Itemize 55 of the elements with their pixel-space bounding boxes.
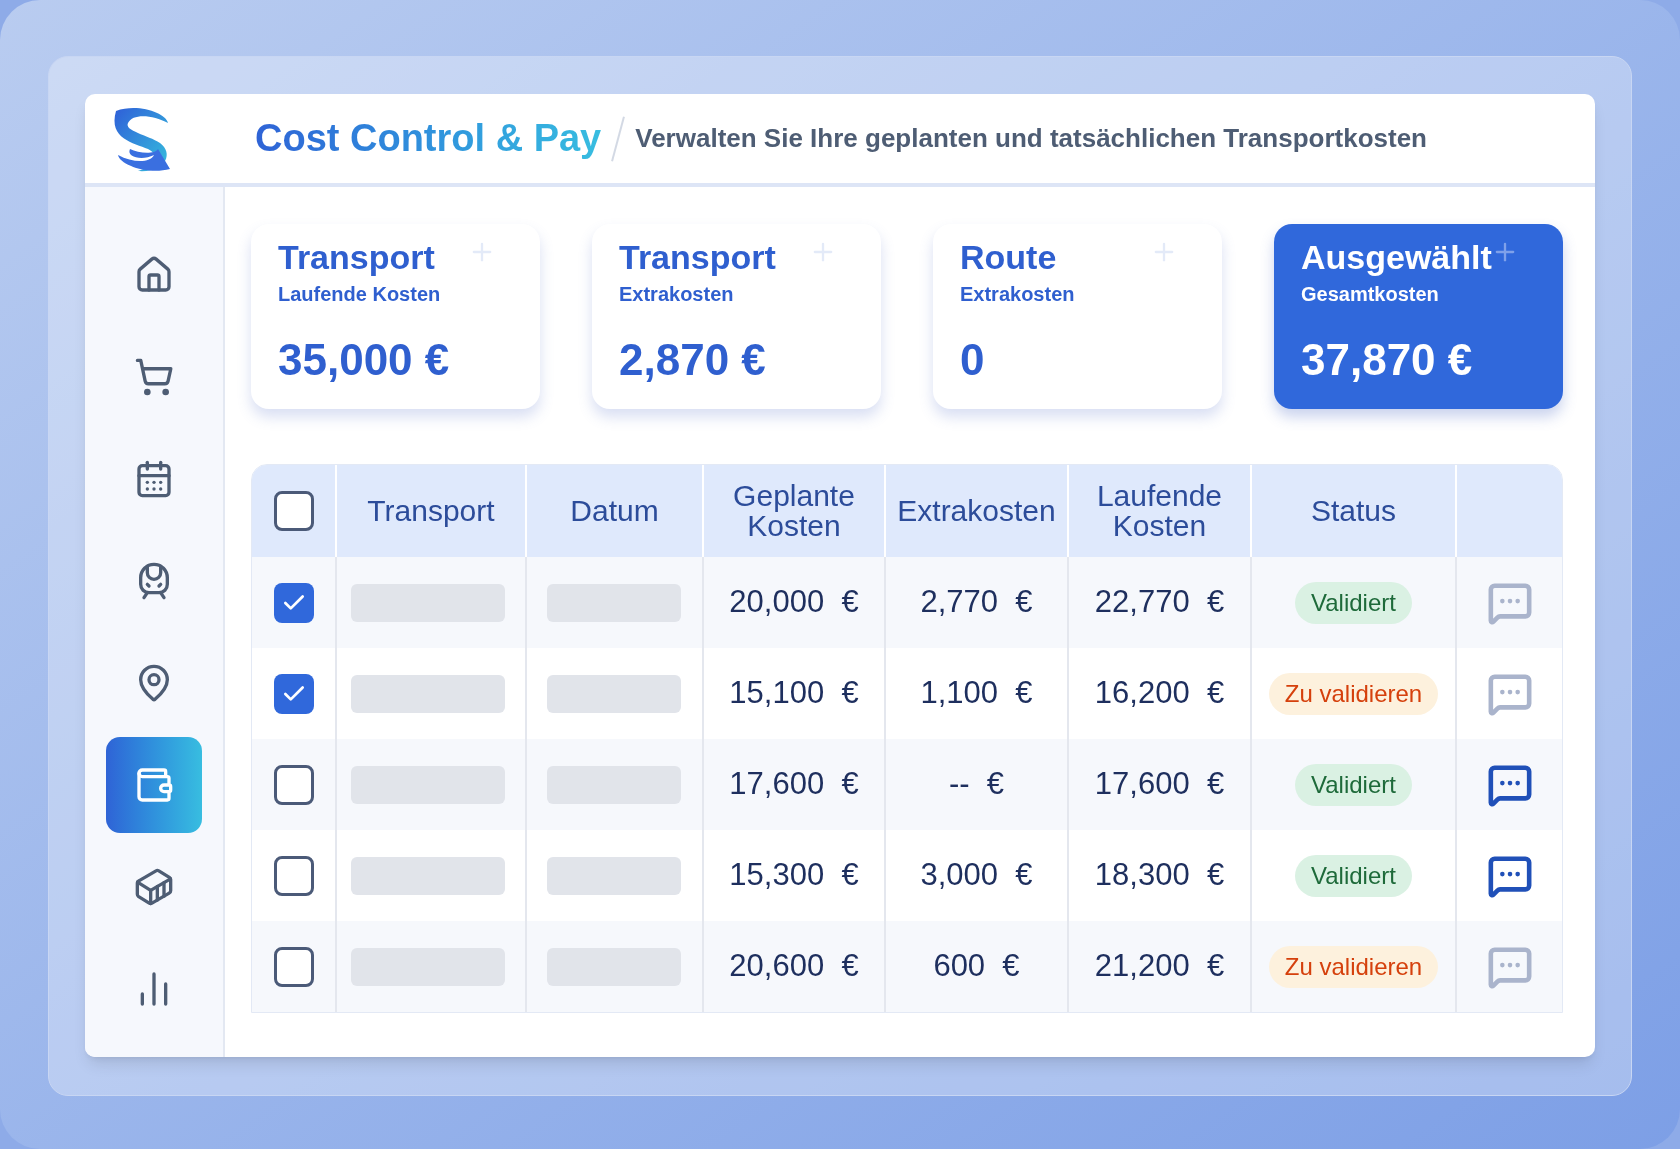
table-cell-text: 1,100 €	[920, 674, 1033, 713]
card-value: 0	[960, 333, 985, 386]
checkbox[interactable]	[273, 764, 314, 805]
table-cell-text: 17,600 €	[1094, 765, 1225, 804]
card-value: 37,870 €	[1301, 333, 1473, 386]
checkbox[interactable]	[273, 582, 314, 623]
column-header: Datum	[570, 496, 659, 526]
table-cell-text: 15,300 €	[729, 856, 859, 895]
card-subtitle: Laufende Kosten	[278, 281, 441, 307]
card-value: 2,870 €	[619, 333, 766, 386]
card-title: Route	[960, 237, 1057, 278]
column-header: Geplante Kosten	[732, 481, 856, 541]
status-badge: Zu validieren	[1268, 672, 1439, 715]
checkbox[interactable]	[273, 855, 314, 896]
table-cell-text: 600 €	[933, 947, 1020, 986]
column-header: Laufende Kosten	[1095, 481, 1224, 541]
summary-card[interactable]: Transport Extrakosten 2,870 €	[592, 224, 881, 409]
table-cell-text: 18,300 €	[1094, 856, 1225, 895]
wallet-icon	[134, 765, 174, 805]
status-badge: Validiert	[1295, 854, 1412, 897]
checkbox[interactable]	[273, 491, 314, 531]
card-subtitle: Gesamtkosten	[1301, 281, 1439, 307]
status-badge: Validiert	[1295, 763, 1412, 806]
card-title: Ausgewählt	[1301, 237, 1492, 278]
table-cell-text: 17,600 €	[729, 765, 859, 804]
column-header: Status	[1310, 496, 1397, 526]
checkbox[interactable]	[273, 673, 314, 714]
home-icon	[134, 255, 174, 295]
table-cell-text: 21,200 €	[1094, 947, 1225, 986]
nav-item[interactable]	[106, 737, 202, 833]
table-cell-text: 20,600 €	[729, 947, 859, 986]
table-cell-text: -- €	[948, 765, 1005, 804]
cart-icon	[134, 357, 174, 397]
card-subtitle: Extrakosten	[960, 281, 1075, 307]
table-cell-text: 22,770 €	[1094, 583, 1225, 622]
checkbox[interactable]	[273, 946, 314, 987]
table-cell-text: 3,000 €	[920, 856, 1033, 895]
column-header: Transport	[367, 496, 495, 526]
table-cell-text: 15,100 €	[729, 674, 859, 713]
status-badge: Zu validieren	[1268, 945, 1439, 988]
card-subtitle: Extrakosten	[619, 281, 734, 307]
table-cell-text: 16,200 €	[1094, 674, 1225, 713]
summary-card[interactable]: Route Extrakosten 0	[933, 224, 1222, 409]
summary-card[interactable]: Ausgewählt Gesamtkosten 37,870 €	[1274, 224, 1563, 409]
column-header: Extrakosten	[897, 496, 1056, 526]
table-cell-text: 2,770 €	[920, 583, 1033, 622]
status-badge: Validiert	[1295, 581, 1412, 624]
card-title: Transport	[619, 237, 776, 278]
card-title: Transport	[278, 237, 435, 278]
container-icon	[134, 867, 174, 907]
page-subtitle: Verwalten Sie Ihre geplanten und tatsächlichen Transportkosten	[635, 122, 1427, 155]
card-value: 35,000 €	[278, 333, 450, 386]
calendar-icon	[134, 459, 174, 499]
summary-card[interactable]: Transport Laufende Kosten 35,000 €	[251, 224, 540, 409]
table-cell-text: 20,000 €	[729, 583, 859, 622]
